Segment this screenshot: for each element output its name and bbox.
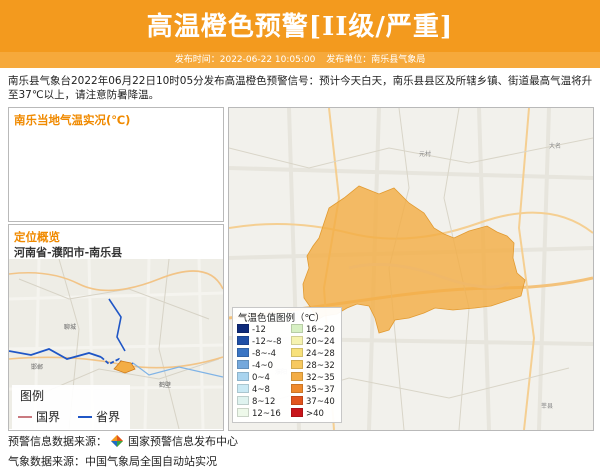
temp-legend-swatch — [291, 324, 303, 333]
location-path: 河南省-濮阳市-南乐县 — [14, 246, 123, 259]
temp-legend-swatch — [291, 360, 303, 369]
temp-legend-item: 37~40 — [291, 396, 335, 407]
temp-legend-item: -4~0 — [237, 360, 273, 371]
live-panel-title: 南乐当地气温实况(℃) — [14, 113, 131, 127]
overview-legend: 图例 国界 省界 — [12, 385, 130, 429]
temp-legend-swatch — [237, 360, 249, 369]
publish-time: 发布时间：2022-06-22 10:05:00 — [174, 55, 316, 65]
national-border-line — [18, 416, 32, 418]
svg-text:邯郸: 邯郸 — [31, 363, 43, 371]
svg-text:莘县: 莘县 — [541, 402, 553, 410]
live-temperature-panel: 南乐当地气温实况(℃) — [8, 107, 224, 222]
temp-legend-label: 16~20 — [306, 325, 335, 335]
temp-legend-item: 28~32 — [291, 360, 335, 371]
warning-center-logo-icon — [110, 435, 123, 447]
temp-legend-label: 28~32 — [306, 361, 335, 371]
warning-source-line: 预警信息数据来源： 国家预警信息发布中心 — [8, 433, 238, 449]
temp-legend-item: -12 — [237, 324, 266, 335]
temp-legend-item: 20~24 — [291, 336, 335, 347]
svg-text:大名: 大名 — [549, 142, 561, 150]
warning-source-label: 预警信息数据来源： — [8, 435, 107, 448]
temp-legend-label: 32~35 — [306, 373, 335, 383]
weather-source-line: 气象数据来源：中国气象局全国自动站实况 — [8, 455, 217, 468]
temp-legend-swatch — [237, 396, 249, 405]
temp-legend-item: -12~-8 — [237, 336, 281, 347]
warning-source-name: 国家预警信息发布中心 — [128, 435, 238, 448]
temp-legend-swatch — [291, 396, 303, 405]
temp-legend-swatch — [291, 348, 303, 357]
temp-legend-swatch — [237, 384, 249, 393]
warning-title: 高温橙色预警[II级/严重] — [146, 12, 454, 42]
temp-legend-label: -4~0 — [252, 361, 274, 371]
warning-summary: 南乐县气象台2022年06月22日10时05分发布高温橙色预警信号：预计今天白天… — [8, 75, 593, 101]
temp-legend-swatch — [291, 372, 303, 381]
temp-legend-item: 4~8 — [237, 384, 270, 395]
legend-provincial-border: 省界 — [96, 410, 121, 424]
temp-legend-swatch — [237, 408, 249, 417]
temp-legend-swatch — [237, 348, 249, 357]
temp-legend-label: 20~24 — [306, 337, 335, 347]
location-panel: 定位概览 河南省-濮阳市-南乐县 聊城 鹤壁 邯郸 图例 国界 省界 — [8, 224, 224, 431]
temp-legend-item: 32~35 — [291, 372, 335, 383]
temp-legend-label: -12 — [252, 325, 266, 335]
temp-legend-label: -12~-8 — [252, 337, 282, 347]
temp-legend-label: >40 — [306, 409, 324, 419]
temp-legend-title: 气温色值图例（℃） — [238, 313, 325, 324]
main-map-panel[interactable]: 大名 元村 濮阳 莘县 气温色值图例（℃） -12-12~-8-8~-4-4~0… — [228, 107, 594, 431]
svg-text:元村: 元村 — [419, 150, 431, 158]
temp-legend-item: 12~16 — [237, 408, 281, 419]
temp-legend-swatch — [291, 408, 303, 417]
temp-legend-label: -8~-4 — [252, 349, 277, 359]
publisher: 发布单位：南乐县气象局 — [326, 55, 426, 65]
location-panel-title: 定位概览 — [14, 230, 60, 244]
temp-legend-label: 4~8 — [252, 385, 270, 395]
temp-legend-label: 12~16 — [252, 409, 281, 419]
temp-legend-item: 35~37 — [291, 384, 335, 395]
temp-legend-swatch — [237, 336, 249, 345]
temp-legend-item: -8~-4 — [237, 348, 276, 359]
temp-legend-label: 24~28 — [306, 349, 335, 359]
legend-national-border: 国界 — [36, 410, 61, 424]
title-banner: 高温橙色预警[II级/严重] — [0, 0, 600, 52]
temp-legend-item: 0~4 — [237, 372, 270, 383]
temp-legend-item: >40 — [291, 408, 324, 419]
temp-legend-label: 35~37 — [306, 385, 335, 395]
temp-legend-label: 37~40 — [306, 397, 335, 407]
temp-legend-item: 24~28 — [291, 348, 335, 359]
temp-legend-label: 8~12 — [252, 397, 276, 407]
temp-legend-label: 0~4 — [252, 373, 270, 383]
temp-legend-swatch — [237, 324, 249, 333]
meta-bar: 发布时间：2022-06-22 10:05:00 发布单位：南乐县气象局 — [0, 52, 600, 68]
temp-legend-item: 16~20 — [291, 324, 335, 335]
svg-text:聊城: 聊城 — [64, 323, 76, 331]
provincial-border-line — [78, 416, 92, 418]
temp-legend-swatch — [291, 384, 303, 393]
temp-legend-swatch — [291, 336, 303, 345]
legend-title: 图例 — [20, 389, 45, 403]
temp-legend-swatch — [237, 372, 249, 381]
temp-legend-item: 8~12 — [237, 396, 275, 407]
svg-text:鹤壁: 鹤壁 — [159, 381, 171, 389]
temperature-legend: 气温色值图例（℃） -12 -12~-8 -8~-4 -4~0 0~4 4~8 8~12 12… — [232, 307, 342, 423]
